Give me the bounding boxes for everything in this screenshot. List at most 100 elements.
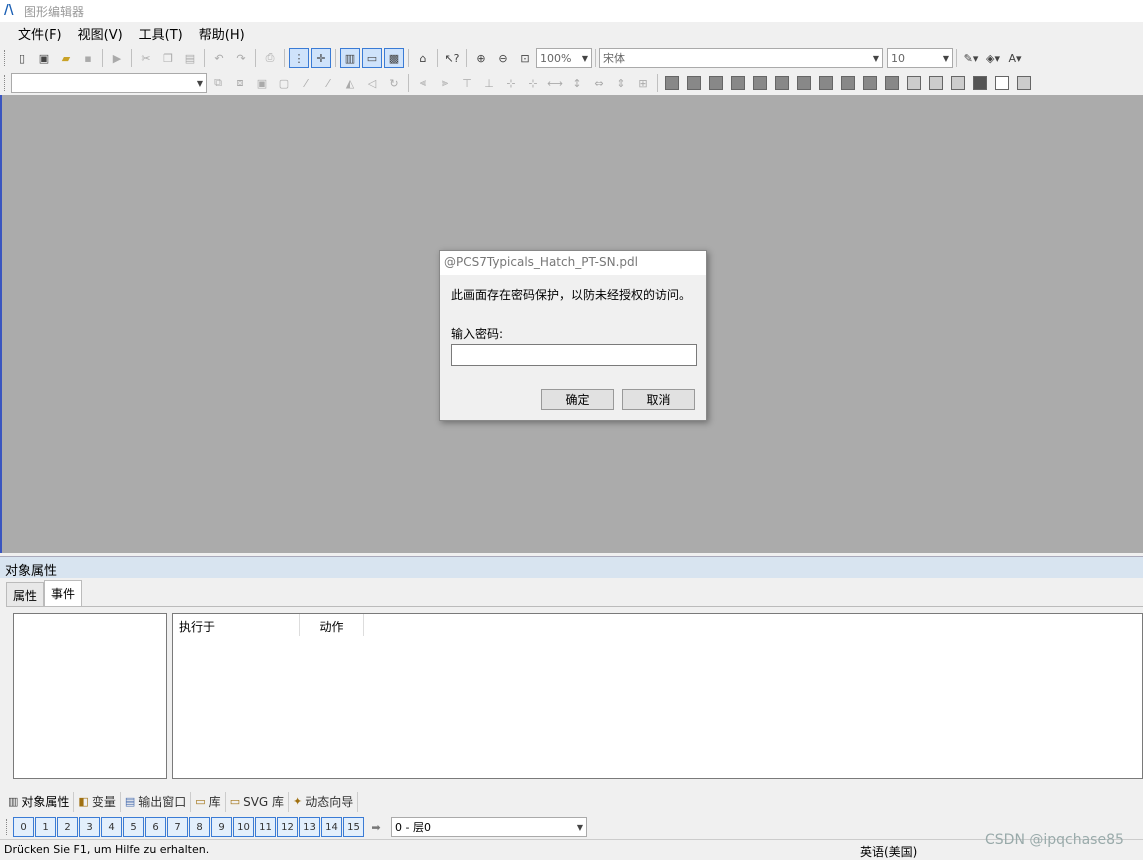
btab-svg-library[interactable]: ▭ SVG 库 [226,791,290,812]
same-width-icon[interactable]: ⇔ [589,73,609,93]
copy-icon[interactable]: ❐ [158,48,178,68]
layer-button[interactable]: 5 [123,817,144,837]
fill-swatch-15-icon[interactable] [973,76,987,90]
flip-v-icon[interactable]: ◁ [362,73,382,93]
arrow-right-icon[interactable]: ➡ [366,817,386,837]
layer-button[interactable]: 13 [299,817,320,837]
group-icon[interactable]: ⧉ [208,73,228,93]
fill-swatch-9-icon[interactable] [841,76,855,90]
tab-events[interactable]: 事件 [44,580,83,606]
btab-dynamic-wizard[interactable]: ✦ 动态向导 [289,791,359,812]
fill-swatch-5-icon[interactable] [753,76,767,90]
spread-v-icon[interactable]: ↕ [567,73,587,93]
save-icon[interactable]: ▪ [78,48,98,68]
event-tree[interactable] [13,613,167,779]
properties-icon[interactable]: ⌂ [413,48,433,68]
fill-swatch-1-icon[interactable] [665,76,679,90]
layer-button[interactable]: 12 [277,817,298,837]
open-folder-icon[interactable]: ▰ [56,48,76,68]
layer-button[interactable]: 14 [321,817,342,837]
btab-library[interactable]: ▭ 库 [191,791,226,812]
align-right-icon[interactable]: ⫸ [435,73,455,93]
font-select[interactable]: 宋体 ▼ [599,48,883,68]
cut-icon[interactable]: ✂ [136,48,156,68]
toolbar-grip-3[interactable] [6,819,9,835]
fill-swatch-11-icon[interactable] [885,76,899,90]
rotate-icon[interactable]: ↻ [384,73,404,93]
event-action-list[interactable]: 执行于 动作 [172,613,1143,779]
grid-icon[interactable]: ⋮ [289,48,309,68]
line-color-icon[interactable]: ✎▾ [961,48,981,68]
layer-button[interactable]: 3 [79,817,100,837]
zoom-out-icon[interactable]: ⊖ [493,48,513,68]
fill-swatch-17-icon[interactable] [1017,76,1031,90]
zoom-select[interactable]: 100% ▼ [536,48,592,68]
btab-output[interactable]: ▤ 输出窗口 [121,791,192,812]
layer-button[interactable]: 10 [233,817,254,837]
library-icon[interactable]: ▭ [362,48,382,68]
column-header-trigger[interactable]: 执行于 [173,614,300,636]
layer-select[interactable]: 0 - 层0 ▼ [391,817,587,837]
new-file-icon[interactable]: ▯ [12,48,32,68]
layer-button[interactable]: 9 [211,817,232,837]
fill-color-icon[interactable]: ◈▾ [983,48,1003,68]
fill-swatch-13-icon[interactable] [929,76,943,90]
layer-button[interactable]: 0 [13,817,34,837]
layer-button[interactable]: 2 [57,817,78,837]
fill-swatch-4-icon[interactable] [731,76,745,90]
print-icon[interactable]: ⎙ [260,48,280,68]
fill-swatch-14-icon[interactable] [951,76,965,90]
help-cursor-icon[interactable]: ↖? [442,48,462,68]
btab-tags[interactable]: ◧ 变量 [74,791,121,812]
toolbar-grip[interactable] [4,50,7,66]
ok-button[interactable]: 确定 [541,389,614,410]
fill-swatch-16-icon[interactable] [995,76,1009,90]
btab-object-properties[interactable]: ▥ 对象属性 [4,791,75,812]
redo-icon[interactable]: ↷ [231,48,251,68]
align-left-icon[interactable]: ⫷ [413,73,433,93]
same-size-icon[interactable]: ⊞ [633,73,653,93]
align-top-icon[interactable]: ⊤ [457,73,477,93]
layer-button[interactable]: 1 [35,817,56,837]
flip-h-icon[interactable]: ◭ [340,73,360,93]
menu-view[interactable]: 视图(V) [70,24,131,43]
align-bottom-icon[interactable]: ⊥ [479,73,499,93]
zoom-in-icon[interactable]: ⊕ [471,48,491,68]
wand2-icon[interactable]: ⁄ [318,73,338,93]
center-v-icon[interactable]: ⊹ [523,73,543,93]
spread-h-icon[interactable]: ⟷ [545,73,565,93]
text-color-icon[interactable]: A▾ [1005,48,1025,68]
undo-icon[interactable]: ↶ [209,48,229,68]
snap-icon[interactable]: ✛ [311,48,331,68]
fill-swatch-7-icon[interactable] [797,76,811,90]
image-icon[interactable]: ▩ [384,48,404,68]
font-size-select[interactable]: 10 ▼ [887,48,953,68]
fill-swatch-3-icon[interactable] [709,76,723,90]
layer-button[interactable]: 15 [343,817,364,837]
menu-help[interactable]: 帮助(H) [191,24,253,43]
column-header-action[interactable]: 动作 [300,614,364,636]
center-h-icon[interactable]: ⊹ [501,73,521,93]
menu-tools[interactable]: 工具(T) [131,24,191,43]
cancel-button[interactable]: 取消 [622,389,695,410]
fill-swatch-2-icon[interactable] [687,76,701,90]
fill-swatch-12-icon[interactable] [907,76,921,90]
send-back-icon[interactable]: ▢ [274,73,294,93]
zoom-fit-icon[interactable]: ⊡ [515,48,535,68]
bring-front-icon[interactable]: ▣ [252,73,272,93]
same-height-icon[interactable]: ⇕ [611,73,631,93]
run-icon[interactable]: ▶ [107,48,127,68]
fill-swatch-8-icon[interactable] [819,76,833,90]
ungroup-icon[interactable]: ⧈ [230,73,250,93]
layer-button[interactable]: 7 [167,817,188,837]
layer-button[interactable]: 6 [145,817,166,837]
menu-file[interactable]: 文件(F) [10,24,70,43]
tab-properties[interactable]: 属性 [6,582,45,606]
new-doc-icon[interactable]: ▣ [34,48,54,68]
layer-button[interactable]: 11 [255,817,276,837]
wand-icon[interactable]: ⁄ [296,73,316,93]
layer-button[interactable]: 8 [189,817,210,837]
object-select[interactable]: ▼ [11,73,207,93]
paste-icon[interactable]: ▤ [180,48,200,68]
fill-swatch-6-icon[interactable] [775,76,789,90]
